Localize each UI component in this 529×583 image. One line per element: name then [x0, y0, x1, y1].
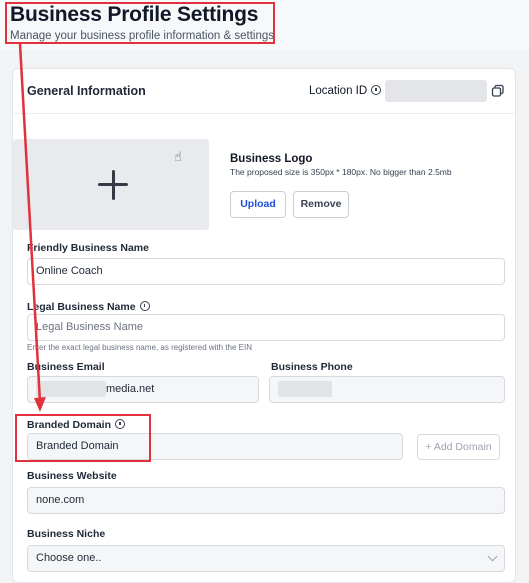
business-phone-input[interactable]	[269, 376, 505, 403]
business-phone-label: Business Phone	[271, 361, 353, 373]
branded-domain-input[interactable]: Branded Domain	[27, 433, 403, 460]
business-email-label: Business Email	[27, 361, 105, 373]
business-email-value: media.net	[106, 383, 155, 395]
business-niche-label: Business Niche	[27, 528, 106, 540]
logo-upload-area[interactable]: ☝	[13, 139, 209, 230]
friendly-business-name-input[interactable]: Online Coach	[27, 258, 505, 285]
hand-cursor-icon: ☝	[174, 149, 182, 164]
business-niche-select[interactable]: Choose one..	[27, 545, 505, 572]
copy-icon[interactable]	[491, 84, 505, 98]
business-niche-value: Choose one..	[36, 552, 102, 564]
legal-business-name-text: Legal Business Name	[27, 301, 136, 313]
business-email-input[interactable]: media.net	[27, 376, 259, 403]
location-id-label: Location ID	[309, 85, 382, 97]
add-domain-button[interactable]: + Add Domain	[417, 434, 500, 460]
card-title: General Information	[27, 84, 146, 98]
info-circle-icon[interactable]	[139, 301, 150, 311]
legal-business-name-hint: Enter the exact legal business name, as …	[27, 343, 253, 352]
location-id-text: Location ID	[309, 85, 368, 97]
card-header: General Information Location ID	[13, 69, 515, 114]
legal-business-name-placeholder: Legal Business Name	[36, 321, 144, 333]
page-title: Business Profile Settings	[10, 3, 259, 26]
location-id-value-redacted	[385, 80, 487, 102]
chevron-down-icon	[487, 551, 498, 562]
page-subtitle: Manage your business profile information…	[10, 30, 275, 42]
general-information-card: General Information Location ID ☝ Busine…	[12, 68, 516, 583]
info-circle-icon[interactable]	[115, 419, 126, 429]
remove-button[interactable]: Remove	[293, 191, 349, 218]
friendly-business-name-value: Online Coach	[36, 265, 103, 277]
branded-domain-label: Branded Domain	[27, 419, 126, 431]
branded-domain-placeholder: Branded Domain	[36, 440, 119, 452]
friendly-business-name-label: Friendly Business Name	[27, 242, 149, 254]
legal-business-name-input[interactable]: Legal Business Name	[27, 314, 505, 341]
phone-redacted	[278, 381, 332, 398]
plus-icon-vertical	[111, 170, 115, 200]
email-redacted	[36, 381, 106, 398]
business-website-value: none.com	[36, 494, 85, 506]
page-header: Business Profile Settings Manage your bu…	[0, 0, 529, 50]
business-logo-hint: The proposed size is 350px * 180px. No b…	[230, 167, 452, 177]
branded-domain-text: Branded Domain	[27, 419, 112, 431]
info-circle-icon[interactable]	[371, 85, 382, 95]
business-website-label: Business Website	[27, 470, 117, 482]
business-logo-title: Business Logo	[230, 153, 313, 165]
upload-button[interactable]: Upload	[230, 191, 286, 218]
legal-business-name-label: Legal Business Name	[27, 301, 150, 313]
business-website-input[interactable]: none.com	[27, 487, 505, 514]
